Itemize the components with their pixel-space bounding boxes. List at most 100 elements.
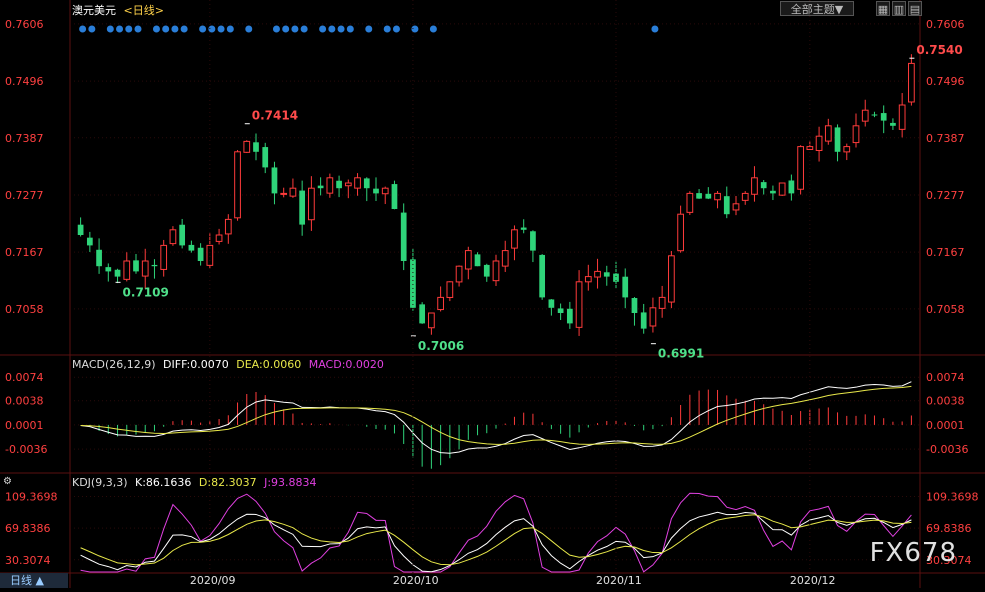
candle-body-up bbox=[649, 307, 657, 327]
kdj-tick-left: 109.3698 bbox=[5, 491, 58, 504]
candle-body-down bbox=[96, 249, 102, 267]
candle-body-up bbox=[686, 192, 694, 213]
date-axis-label: 2020/10 bbox=[393, 574, 439, 587]
candle-body-up bbox=[668, 255, 675, 303]
candle-body-up bbox=[243, 140, 251, 153]
kdj-tick-left: 69.8386 bbox=[5, 522, 51, 535]
candle-body-up bbox=[446, 281, 454, 298]
candle-body-up bbox=[326, 177, 334, 194]
column-layout-icon[interactable]: ▥ bbox=[892, 1, 906, 16]
kdj-header: KDJ(9,3,3) K:86.1636 D:82.3037 J:93.8834 bbox=[72, 476, 321, 489]
candle-body-down bbox=[705, 193, 712, 199]
list-layout-icon[interactable]: ▤ bbox=[908, 1, 922, 16]
price-annotation: 0.7006 bbox=[418, 339, 464, 353]
event-dot bbox=[116, 25, 124, 33]
kdj-j: J:93.8834 bbox=[264, 476, 317, 489]
kdj-tick-left: 30.3074 bbox=[5, 554, 51, 567]
candle-body-down bbox=[483, 264, 490, 277]
candle-body-up bbox=[714, 192, 721, 201]
candle-body-down bbox=[474, 254, 481, 267]
price-tick-right: 0.7606 bbox=[926, 18, 965, 31]
candle-body-up bbox=[428, 312, 435, 329]
candle-body-up bbox=[289, 187, 297, 197]
kdj-label: KDJ(9,3,3) bbox=[72, 476, 128, 489]
event-dot bbox=[300, 25, 308, 33]
candle-body-down bbox=[566, 308, 573, 324]
candle-body-down bbox=[373, 188, 379, 194]
settings-gear-icon[interactable]: ⚙ bbox=[3, 476, 12, 487]
event-dot bbox=[291, 25, 299, 33]
candle-body-up bbox=[843, 146, 851, 153]
event-dot bbox=[226, 25, 234, 33]
candle-body-up bbox=[815, 135, 823, 151]
candle-body-down bbox=[188, 244, 195, 251]
candle-body-up bbox=[751, 177, 758, 195]
macd-tick-left: -0.0036 bbox=[5, 443, 47, 456]
candle-body-up bbox=[354, 177, 361, 189]
candle-body-down bbox=[197, 247, 204, 261]
macd-tick-right: -0.0036 bbox=[926, 443, 968, 456]
candle-body-up bbox=[224, 218, 232, 235]
kdj-d: D:82.3037 bbox=[198, 476, 257, 489]
candle-body-up bbox=[308, 187, 315, 221]
candle-body-down bbox=[548, 299, 555, 308]
candle-body-up bbox=[908, 62, 915, 103]
candle-body-down bbox=[151, 264, 158, 267]
candle-body-down bbox=[299, 190, 306, 225]
price-tick-right: 0.7277 bbox=[926, 189, 965, 202]
candle-body-up bbox=[492, 260, 500, 282]
candle-body-down bbox=[834, 127, 841, 152]
period-tab-button[interactable]: 日线 ▲ bbox=[0, 573, 68, 588]
candle-body-up bbox=[437, 296, 444, 311]
event-dot bbox=[337, 25, 345, 33]
candle-body-up bbox=[381, 187, 389, 195]
event-dot bbox=[365, 25, 373, 33]
price-annotation: 0.7414 bbox=[252, 109, 298, 123]
event-dot bbox=[429, 25, 437, 33]
candle-body-up bbox=[575, 281, 583, 328]
candle-body-up bbox=[658, 296, 666, 309]
candle-body-down bbox=[760, 182, 767, 189]
candle-body-down bbox=[557, 308, 564, 313]
candle-body-down bbox=[603, 272, 610, 277]
candle-body-down bbox=[317, 185, 324, 189]
candle-body-up bbox=[141, 260, 149, 277]
event-dot bbox=[392, 25, 400, 33]
price-tick-left: 0.7058 bbox=[5, 303, 44, 316]
candle-body-up bbox=[741, 192, 749, 201]
macd-tick-right: 0.0038 bbox=[926, 395, 965, 408]
candle-body-up bbox=[898, 104, 906, 130]
candle-body-up bbox=[455, 265, 463, 283]
candle-body-up bbox=[861, 109, 869, 122]
candlestick-chart: 0.7606 0.7606 0.7496 0.7496 0.7387 0.7387 0.72… bbox=[0, 0, 985, 588]
event-dot bbox=[282, 25, 290, 33]
macd-tick-right: 0.0001 bbox=[926, 419, 965, 432]
candle-body-up bbox=[280, 192, 288, 195]
event-dot bbox=[346, 25, 354, 33]
price-annotation: 0.7109 bbox=[123, 285, 169, 299]
candle-body-up bbox=[160, 244, 168, 270]
candle-body-down bbox=[391, 184, 398, 209]
price-tick-right: 0.7387 bbox=[926, 132, 965, 145]
period-label[interactable]: <日线> bbox=[124, 4, 164, 17]
grid-layout-icon[interactable]: ▦ bbox=[876, 1, 890, 16]
event-dot bbox=[162, 25, 170, 33]
symbol-title: 澳元美元 bbox=[72, 4, 116, 17]
theme-dropdown-button[interactable]: 全部主题▼ bbox=[780, 1, 854, 16]
candle-body-up bbox=[344, 182, 352, 187]
price-tick-right: 0.7496 bbox=[926, 75, 965, 88]
candle-body-down bbox=[640, 312, 647, 329]
candle-body-down bbox=[631, 298, 638, 313]
candle-body-up bbox=[584, 276, 592, 283]
event-dot bbox=[383, 25, 391, 33]
macd-tick-right: 0.0074 bbox=[926, 371, 965, 384]
candle-body-down bbox=[262, 147, 269, 168]
candle-body-down bbox=[179, 224, 186, 246]
kdj-tick-right: 109.3698 bbox=[926, 491, 979, 504]
price-tick-left: 0.7167 bbox=[5, 246, 44, 259]
candle-body-up bbox=[215, 234, 223, 242]
event-dot bbox=[152, 25, 160, 33]
event-dot bbox=[245, 25, 253, 33]
event-dot bbox=[328, 25, 336, 33]
event-dot bbox=[217, 25, 225, 33]
